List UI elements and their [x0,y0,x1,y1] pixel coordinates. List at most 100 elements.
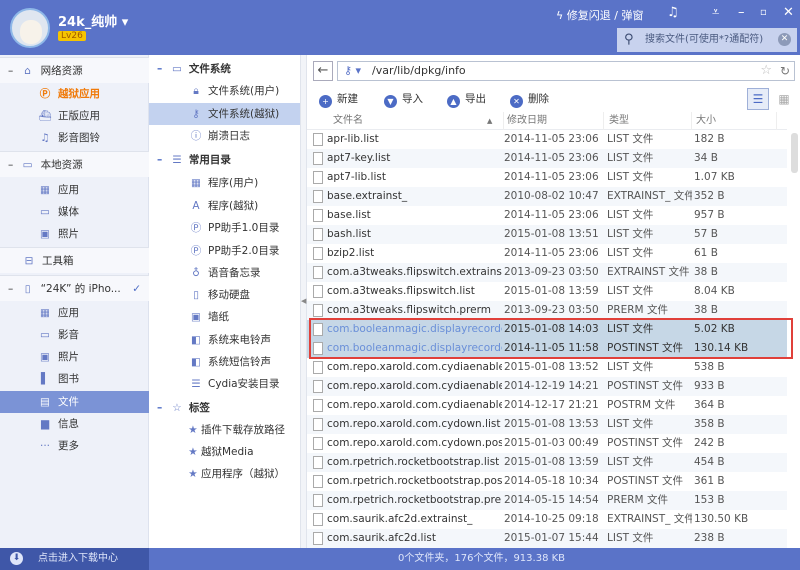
sidebar-item-label: “24K” 的 iPho... [40,283,121,295]
tree-item[interactable]: ★ 越狱Media [149,441,300,463]
close-icon[interactable]: ✕ [783,5,794,20]
sidebar-item[interactable]: ▦ 应用 [0,179,149,201]
bookmark-star-icon[interactable]: ☆ [760,62,772,80]
table-row[interactable]: bash.list 2015-01-08 13:51 LIST 文件 57 B [307,225,787,244]
tree-item[interactable]: ⚷ 文件系统(越狱) [149,103,300,125]
address-bar[interactable]: ⚷ ▾ /var/lib/dpkg/info ☆ ↻ [337,61,795,81]
table-row[interactable]: com.rpetrich.rocketbootstrap.posti... 201… [307,472,787,491]
tree-item[interactable]: ▯ 移动硬盘 [149,284,300,306]
tree-item[interactable]: ▦ 程序(用户) [149,172,300,194]
sidebar-item-label: 应用 [58,307,79,319]
table-row[interactable]: com.rpetrich.rocketbootstrap.list 2015-01… [307,453,787,472]
delete-label: 删除 [528,93,549,105]
sidebar-item[interactable]: – ⌂ 网络资源 [0,57,149,83]
export-button[interactable]: ▲ 导出 [447,91,486,108]
column-type[interactable]: 类型 [604,112,692,130]
title-bar: 24k_纯帅 ▾ Lv26 ϟ 修复闪退 / 弹窗 ♫ ⩡ – ▫ ✕ ⚲ 搜索… [0,0,800,55]
download-icon: ⬇ [10,552,23,565]
table-row[interactable]: com.repo.xarold.com.cydown.posti... 2015-… [307,434,787,453]
tree-item[interactable]: ☰ Cydia安装目录 [149,373,300,395]
sidebar-item[interactable]: ▭ 影音 [0,324,149,346]
tree-item[interactable]: – ▭ 文件系统 [149,58,300,80]
table-row[interactable]: com.repo.xarold.com.cydiaenable.list2015… [307,358,787,377]
table-row[interactable]: base.list 2014-11-05 23:06 LIST 文件 957 B [307,206,787,225]
download-center-button[interactable]: ⬇ 点击进入下载中心 [0,548,149,570]
sidebar-item[interactable]: – ▭ 本地资源 [0,151,149,177]
table-row[interactable]: apt7-key.list 2014-11-05 23:06 LIST 文件 34 B [307,149,787,168]
delete-button[interactable]: ✕ 删除 [510,91,549,108]
tree-item[interactable]: ◧ 系统来电铃声 [149,329,300,351]
new-label: 新建 [337,93,358,105]
table-row[interactable]: com.saurik.afc2d.extrainst_ 2014-10-25 09… [307,510,787,529]
tree-item[interactable]: ◧ 系统短信铃声 [149,351,300,373]
table-row[interactable]: bzip2.list 2014-11-05 23:06 LIST 文件 61 B [307,244,787,263]
sidebar-item[interactable]: ⛴ 正版应用 [0,105,149,127]
tree-item[interactable]: Ⓟ PP助手2.0目录 [149,240,300,262]
tree-item[interactable]: A 程序(越狱) [149,195,300,217]
sidebar-item[interactable]: ▭ 媒体 [0,201,149,223]
table-row[interactable]: base.extrainst_ 2010-08-02 10:47 EXTRAINST… [307,187,787,206]
sidebar-item[interactable]: ··· 更多 [0,435,149,457]
sidebar-item[interactable]: ⊟ 工具箱 [0,247,149,273]
column-size[interactable]: 大小 [692,112,777,130]
sidebar-item[interactable]: – ▯ “24K” 的 iPho... ✓ [0,275,149,301]
table-row[interactable]: com.repo.xarold.com.cydiaenable.p...2014… [307,377,787,396]
collapse-icon[interactable]: – [157,402,166,414]
tree-item[interactable]: ♁ 语音备忘录 [149,262,300,284]
tree-item[interactable]: ⓘ 崩溃日志 [149,125,300,147]
collapse-icon[interactable]: – [8,159,17,171]
username-dropdown[interactable]: 24k_纯帅 ▾ [58,11,128,30]
table-row[interactable]: apt7-lib.list 2014-11-05 23:06 LIST 文件 1.07… [307,168,787,187]
tree-item[interactable]: ▣ 墙纸 [149,306,300,328]
table-row[interactable]: com.a3tweaks.flipswitch.extrainst 2013-09… [307,263,787,282]
sidebar-item[interactable]: ▤ 文件 [0,391,149,413]
table-row[interactable]: com.saurik.afc2d.list 2015-01-07 15:44 LIS… [307,529,787,548]
tree-item[interactable]: – ☆ 标签 [149,397,300,419]
maximize-icon[interactable]: ▫ [760,7,767,18]
sidebar-item[interactable]: ♫ 影音图铃 [0,127,149,149]
column-date[interactable]: 修改日期 [504,112,604,130]
tree-item[interactable]: Ⓟ PP助手1.0目录 [149,217,300,239]
tree-item[interactable]: ★ 应用程序（越狱） [149,463,300,485]
table-row[interactable]: apr-lib.list 2014-11-05 23:06 LIST 文件 182 B [307,130,787,149]
file-name: com.rpetrich.rocketbootstrap.posti... [327,475,502,487]
sidebar-item[interactable]: Ⓟ 越狱应用 [0,83,149,105]
list-view-button[interactable]: ☰ [747,88,769,110]
tree-item[interactable]: – ☰ 常用目录 [149,149,300,171]
search-input[interactable]: ⚲ 搜索文件(可使用*?通配符) ✕ [617,28,797,52]
collapse-icon[interactable]: – [8,283,17,295]
tree-item-label: 越狱Media [201,446,254,458]
collapse-icon[interactable]: – [157,154,166,166]
table-row[interactable]: com.repo.xarold.com.cydown.list 2015-01-0… [307,415,787,434]
sidebar-item[interactable]: ▌ 图书 [0,368,149,390]
file-type: LIST 文件 [607,152,654,164]
music-icon[interactable]: ♫ [667,5,679,20]
menu-icon[interactable]: ⩡ [712,5,719,20]
avatar[interactable] [10,8,50,48]
file-icon [313,152,323,165]
left-sidebar: – ⌂ 网络资源 Ⓟ 越狱应用 ⛴ 正版应用 ♫ 影音图铃 – ▭ 本地资源 ▦ 应用 ▭ 媒体 ▣ 照片 ⊟ 工… [0,55,149,548]
scrollbar[interactable] [791,133,798,173]
fix-crash-button[interactable]: ϟ 修复闪退 / 弹窗 [556,7,643,23]
import-button[interactable]: ▼ 导入 [384,91,423,108]
minimize-icon[interactable]: – [738,5,745,20]
table-row[interactable]: com.repo.xarold.com.cydiaenable.p...2014… [307,396,787,415]
refresh-icon[interactable]: ↻ [780,62,790,80]
collapse-icon[interactable]: – [157,63,166,75]
grid-view-button[interactable]: ▦ [773,88,795,110]
sidebar-item[interactable]: ▦ 应用 [0,302,149,324]
collapse-icon[interactable]: – [8,65,17,77]
column-name[interactable]: 文件名 ▲ [307,112,504,130]
tree-item[interactable]: 🔒︎ 文件系统(用户) [149,80,300,102]
table-row[interactable]: com.a3tweaks.flipswitch.list 2015-01-08 1… [307,282,787,301]
tree-item[interactable]: ★ 插件下载存放路径 [149,419,300,441]
table-row[interactable]: com.rpetrich.rocketbootstrap.prerm 2014-0… [307,491,787,510]
new-button[interactable]: + 新建 [319,91,358,108]
sidebar-item[interactable]: ▆ 信息 [0,413,149,435]
clear-search-icon[interactable]: ✕ [778,33,791,46]
file-icon [313,133,323,146]
back-button[interactable]: ← [313,61,333,81]
sidebar-item[interactable]: ▣ 照片 [0,223,149,245]
sidebar-item[interactable]: ▣ 照片 [0,346,149,368]
collapse-handle[interactable]: ◀ [300,55,307,548]
